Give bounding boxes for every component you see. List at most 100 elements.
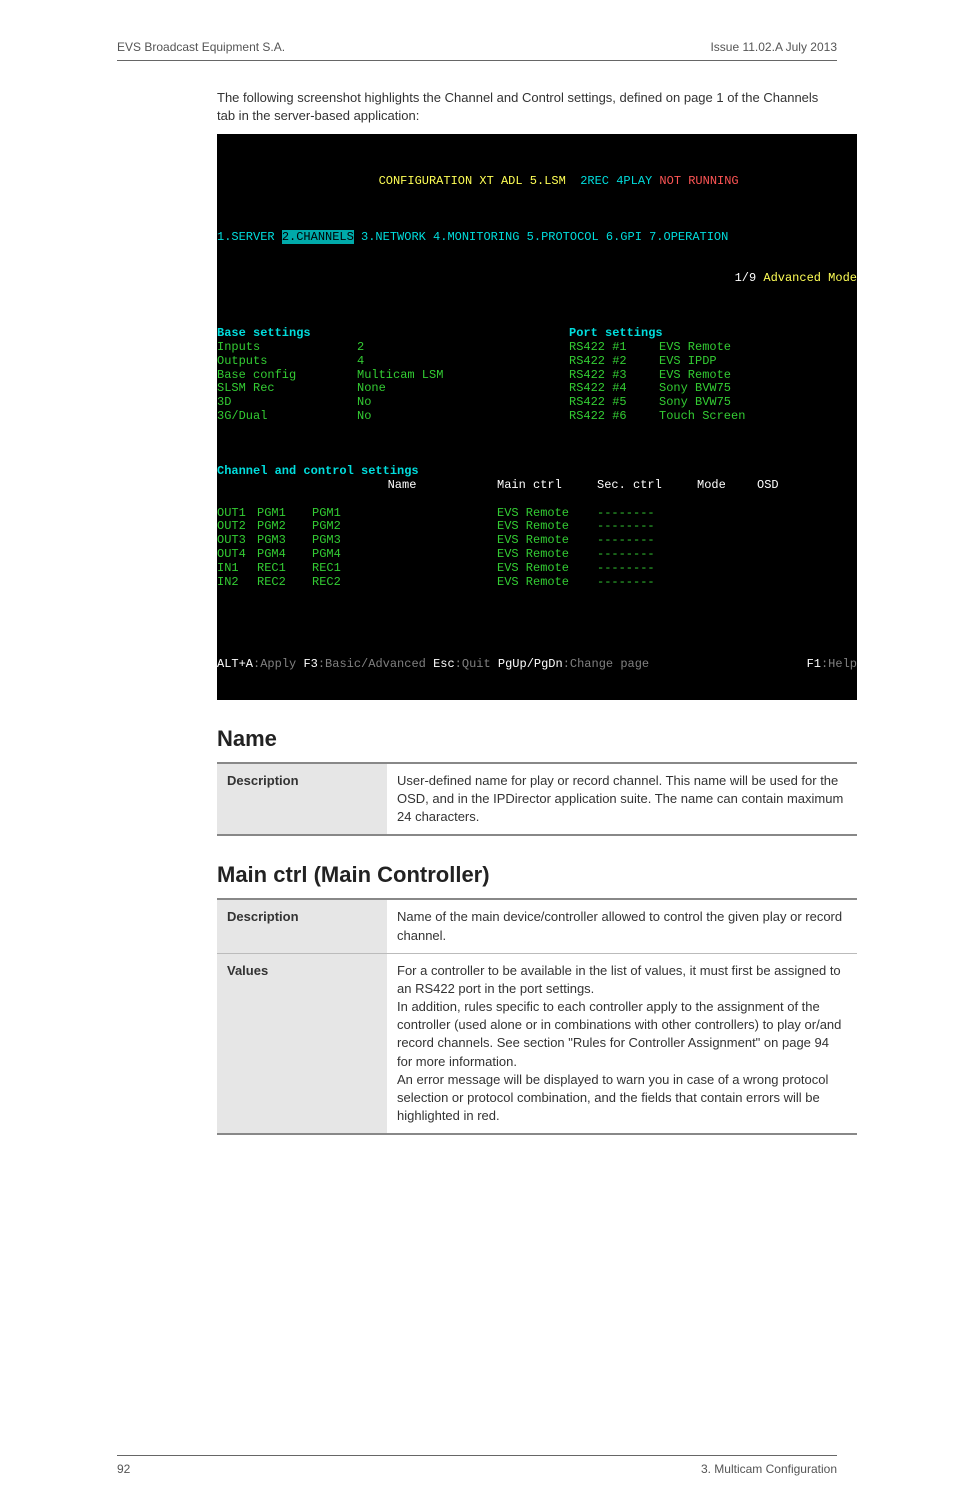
page-indicator: 1/9 [735, 271, 757, 285]
hotkey: ALT+A [217, 657, 253, 671]
desc-text: Name of the main device/controller allow… [387, 899, 857, 953]
chan-id: IN1 [217, 562, 257, 576]
chan-pgm: REC2 [257, 576, 312, 590]
hotkey: F1 [807, 657, 821, 671]
chan-main: EVS Remote [497, 507, 597, 521]
base-label: SLSM Rec [217, 382, 357, 396]
tab-channels: 2.CHANNELS [282, 230, 354, 244]
hotkey-desc: :Help [821, 657, 857, 671]
hotkey-desc: :Change page [563, 657, 649, 671]
chan-main: EVS Remote [497, 534, 597, 548]
port-label: RS422 #6 [569, 410, 659, 424]
page-header: EVS Broadcast Equipment S.A. Issue 11.02… [117, 40, 837, 61]
hotkey-desc: :Quit [455, 657, 498, 671]
chan-sec: -------- [597, 548, 697, 562]
port-label: RS422 #1 [569, 341, 659, 355]
desc-label: Description [217, 763, 387, 836]
tab-gpi: 6.GPI [606, 230, 642, 244]
values-text: For a controller to be available in the … [387, 953, 857, 1134]
section-mainctrl-title: Main ctrl (Main Controller) [217, 862, 837, 888]
chan-name: REC2 [312, 576, 497, 590]
chan-main: EVS Remote [497, 520, 597, 534]
col-name: Name [307, 479, 497, 493]
footer-pagenum: 92 [117, 1462, 130, 1476]
hotkey-desc: :Apply [253, 657, 303, 671]
term-title-mid: 2REC 4PLAY [580, 174, 652, 188]
chan-name: REC1 [312, 562, 497, 576]
footer-chapter: 3. Multicam Configuration [701, 1462, 837, 1476]
port-label: RS422 #4 [569, 382, 659, 396]
base-label: Inputs [217, 341, 357, 355]
tab-monitoring: 4.MONITORING [433, 230, 519, 244]
values-label: Values [217, 953, 387, 1134]
base-value: None [357, 381, 386, 395]
chan-sec: -------- [597, 520, 697, 534]
chan-pgm: PGM1 [257, 507, 312, 521]
base-label: Outputs [217, 355, 357, 369]
chan-id: OUT2 [217, 520, 257, 534]
chan-id: IN2 [217, 576, 257, 590]
chan-pgm: REC1 [257, 562, 312, 576]
port-label: RS422 #2 [569, 355, 659, 369]
tab-server: 1.SERVER [217, 230, 275, 244]
base-value: Multicam LSM [357, 368, 443, 382]
base-value: 2 [357, 340, 364, 354]
tab-protocol: 5.PROTOCOL [527, 230, 599, 244]
desc-text: User-defined name for play or record cha… [387, 763, 857, 836]
chan-pgm: PGM2 [257, 520, 312, 534]
desc-label: Description [217, 899, 387, 953]
chan-pgm: PGM3 [257, 534, 312, 548]
name-table: Description User-defined name for play o… [217, 762, 857, 837]
chan-main: EVS Remote [497, 576, 597, 590]
page-footer: 92 3. Multicam Configuration [117, 1455, 837, 1476]
port-value: Sony BVW75 [659, 381, 731, 395]
mode-indicator: Advanced Mode [763, 271, 857, 285]
chan-name: PGM3 [312, 534, 497, 548]
chan-main: EVS Remote [497, 548, 597, 562]
base-label: 3G/Dual [217, 410, 357, 424]
chan-sec: -------- [597, 507, 697, 521]
intro-text: The following screenshot highlights the … [217, 89, 837, 124]
col-sec: Sec. ctrl [597, 479, 697, 493]
term-title-right: NOT RUNNING [659, 174, 738, 188]
hotkey: Esc [433, 657, 455, 671]
base-value: No [357, 409, 371, 423]
base-value: 4 [357, 354, 364, 368]
hotkey-desc: :Basic/Advanced [318, 657, 433, 671]
chan-main: EVS Remote [497, 562, 597, 576]
term-title-left: CONFIGURATION XT ADL 5.LSM [379, 174, 566, 188]
col-main: Main ctrl [497, 479, 597, 493]
chan-sec: -------- [597, 534, 697, 548]
port-settings-heading: Port settings [569, 326, 663, 340]
chan-pgm: PGM4 [257, 548, 312, 562]
term-tabs: 1.SERVER 2.CHANNELS 3.NETWORK 4.MONITORI… [217, 231, 857, 245]
header-right: Issue 11.02.A July 2013 [710, 40, 837, 54]
channel-settings-heading: Channel and control settings [217, 464, 419, 478]
hotkey: F3 [303, 657, 317, 671]
port-label: RS422 #3 [569, 369, 659, 383]
chan-id: OUT4 [217, 548, 257, 562]
tab-operation: 7.OPERATION [649, 230, 728, 244]
port-value: Touch Screen [659, 409, 745, 423]
base-label: 3D [217, 396, 357, 410]
section-name-title: Name [217, 726, 837, 752]
col-osd: OSD [757, 478, 779, 492]
header-left: EVS Broadcast Equipment S.A. [117, 40, 285, 54]
port-label: RS422 #5 [569, 396, 659, 410]
chan-name: PGM4 [312, 548, 497, 562]
port-value: EVS Remote [659, 368, 731, 382]
port-value: Sony BVW75 [659, 395, 731, 409]
base-settings-heading: Base settings [217, 326, 311, 340]
chan-name: PGM1 [312, 507, 497, 521]
base-value: No [357, 395, 371, 409]
col-mode: Mode [697, 479, 757, 493]
chan-name: PGM2 [312, 520, 497, 534]
base-label: Base config [217, 369, 357, 383]
chan-id: OUT3 [217, 534, 257, 548]
tab-network: 3.NETWORK [361, 230, 426, 244]
chan-sec: -------- [597, 562, 697, 576]
chan-sec: -------- [597, 576, 697, 590]
terminal-screenshot: CONFIGURATION XT ADL 5.LSM 2REC 4PLAY NO… [217, 134, 857, 700]
chan-id: OUT1 [217, 507, 257, 521]
mainctrl-table: Description Name of the main device/cont… [217, 898, 857, 1135]
